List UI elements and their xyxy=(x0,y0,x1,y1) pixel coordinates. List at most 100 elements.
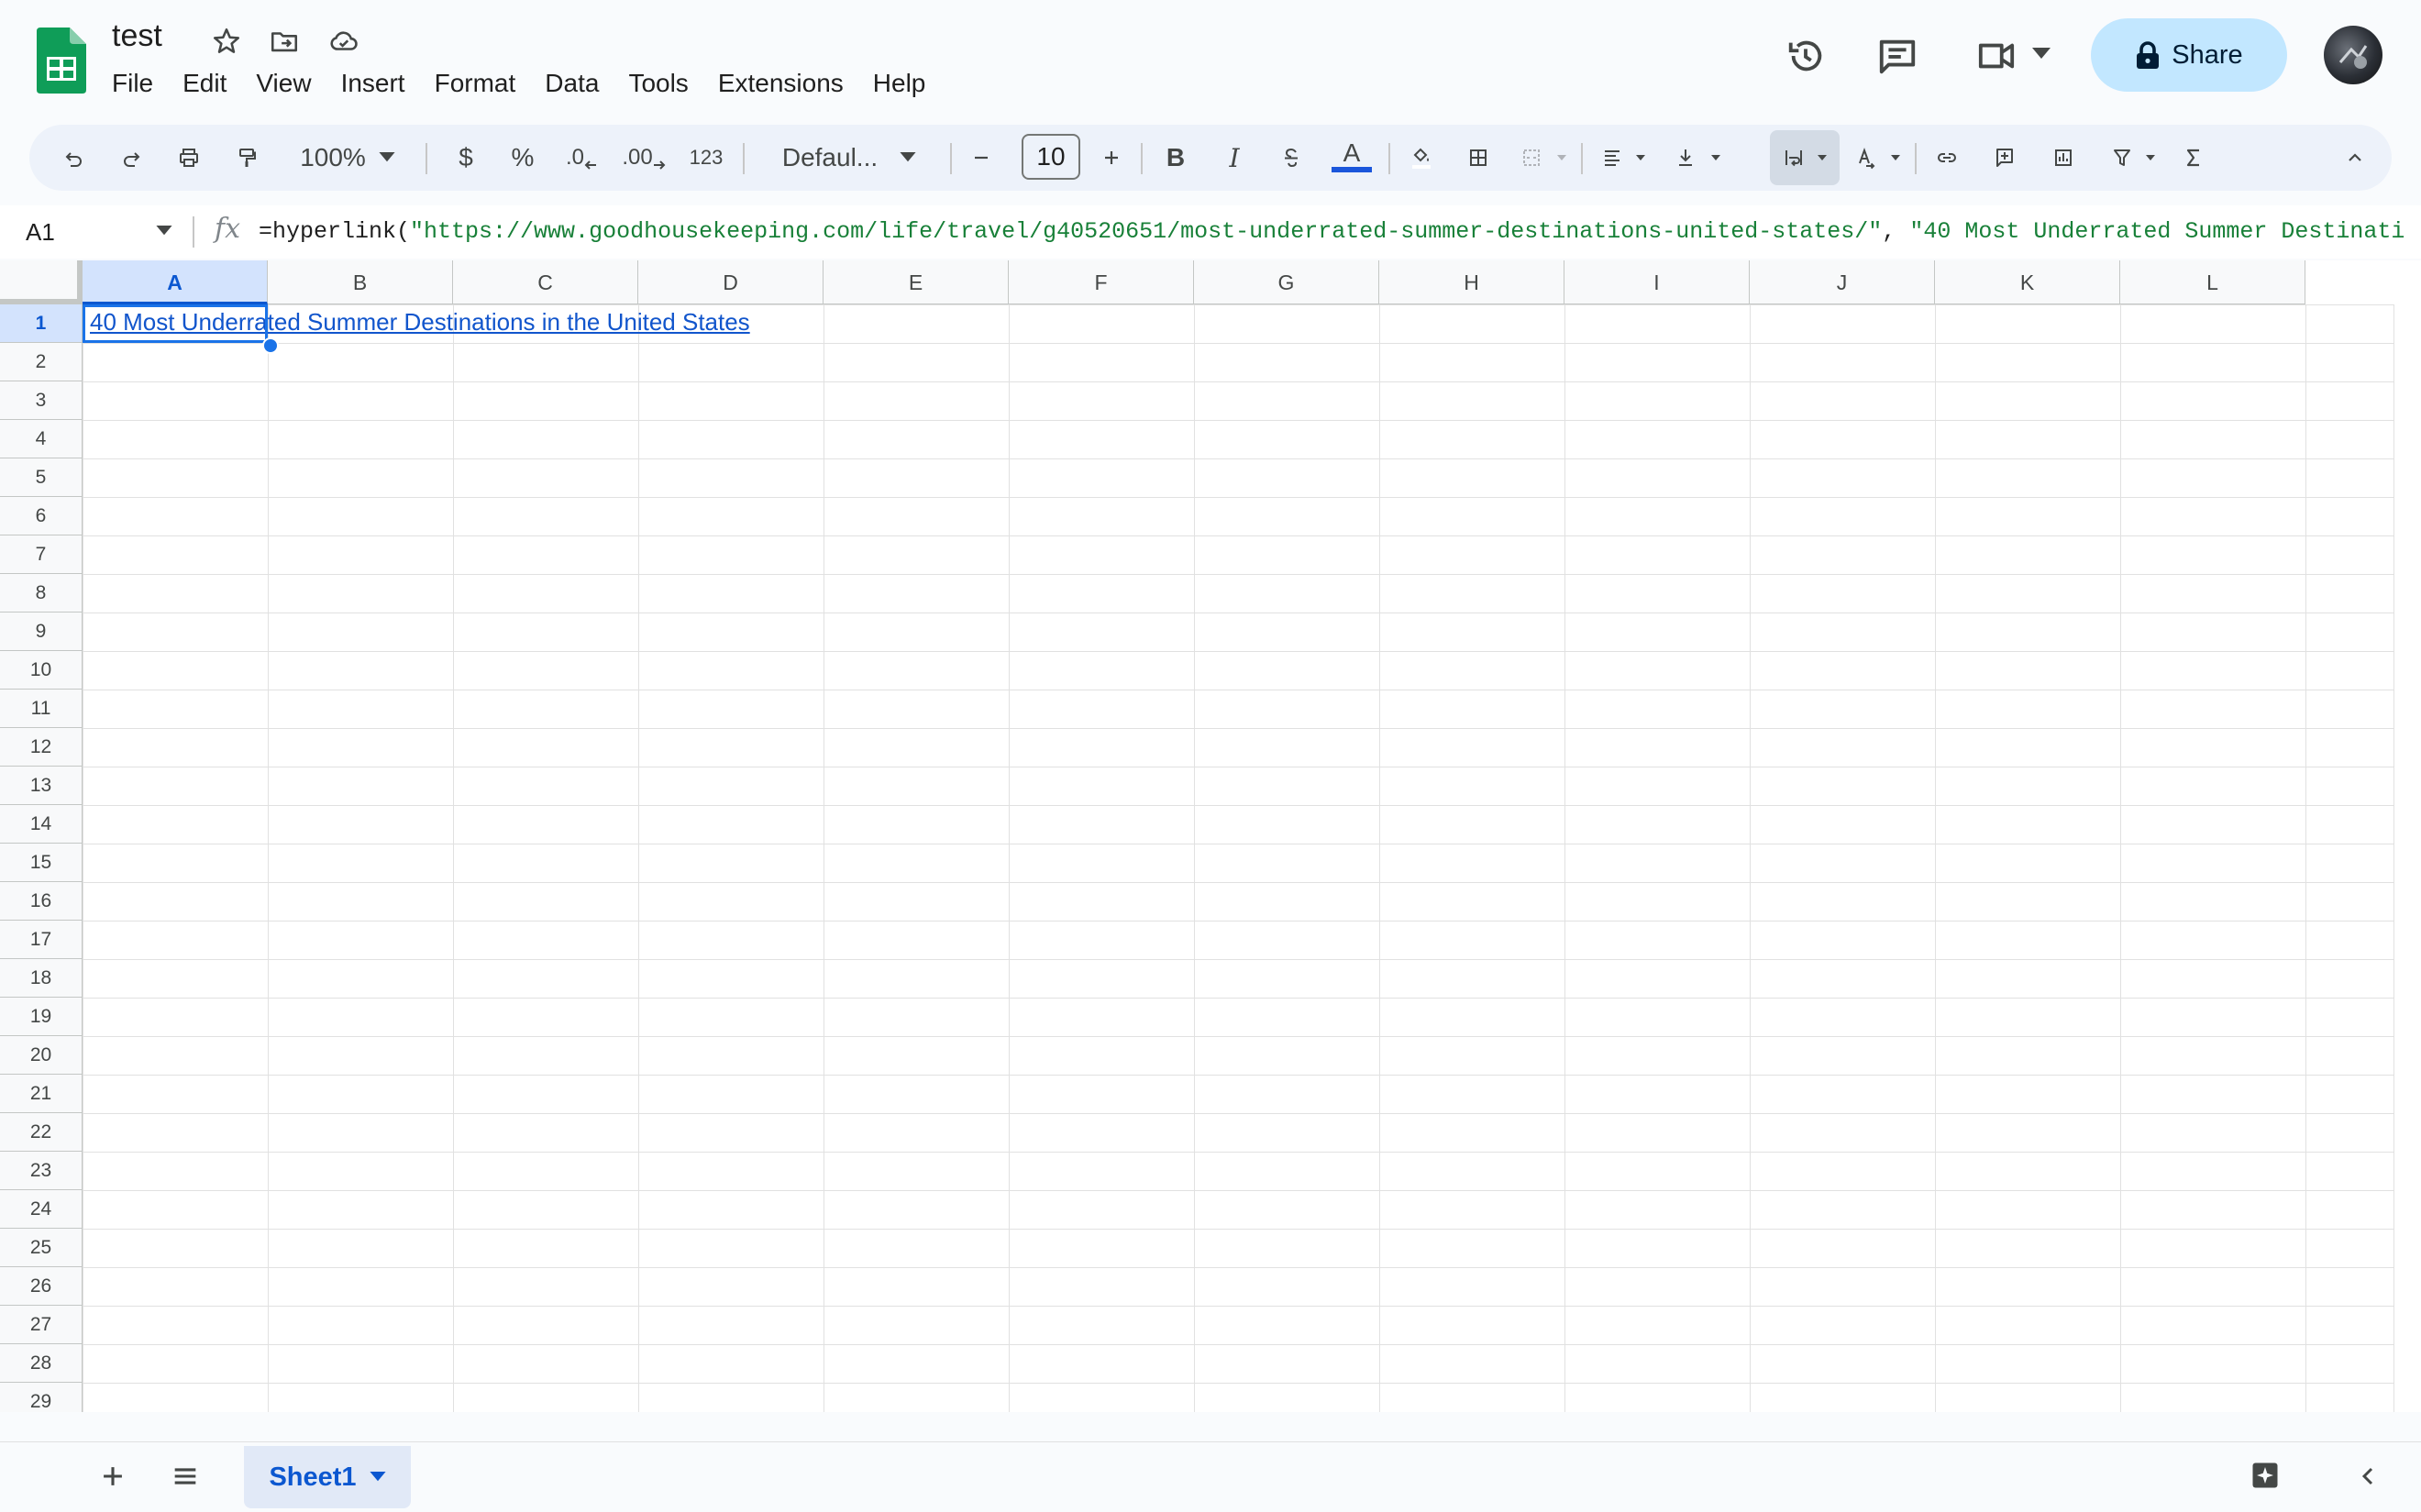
document-title[interactable]: test xyxy=(112,18,162,54)
merge-cells-icon[interactable] xyxy=(1513,125,1550,191)
print-icon[interactable] xyxy=(171,125,207,191)
column-header-d[interactable]: D xyxy=(638,260,824,304)
row-header-6[interactable]: 6 xyxy=(0,497,83,535)
horizontal-align-icon[interactable] xyxy=(1594,125,1631,191)
menu-file[interactable]: File xyxy=(97,64,168,103)
add-sheet-plus-icon[interactable] xyxy=(97,1461,128,1492)
sheet-tab-dropdown-chevron-icon[interactable] xyxy=(369,1472,386,1483)
format-currency-button[interactable]: $ xyxy=(444,125,488,191)
collapse-side-panel-chevron-icon[interactable] xyxy=(2353,1461,2382,1492)
column-header-a[interactable]: A xyxy=(83,260,268,304)
column-header-g[interactable]: G xyxy=(1194,260,1379,304)
text-color-button[interactable]: A xyxy=(1328,125,1376,191)
collapse-toolbar-chevron-icon[interactable] xyxy=(2337,125,2373,191)
decrease-decimal-button[interactable]: .0 xyxy=(556,125,607,191)
row-header-21[interactable]: 21 xyxy=(0,1075,83,1113)
formula-input[interactable]: =hyperlink("https://www.goodhousekeeping… xyxy=(259,205,2404,259)
wrap-dropdown-chevron-icon[interactable] xyxy=(1814,125,1830,191)
column-header-f[interactable]: F xyxy=(1009,260,1194,304)
row-header-13[interactable]: 13 xyxy=(0,767,83,805)
column-header-c[interactable]: C xyxy=(453,260,638,304)
row-header-1[interactable]: 1 xyxy=(0,304,83,343)
row-header-3[interactable]: 3 xyxy=(0,381,83,420)
row-header-7[interactable]: 7 xyxy=(0,535,83,574)
menu-view[interactable]: View xyxy=(241,64,326,103)
font-family-select[interactable]: Defaul... xyxy=(759,125,939,191)
row-header-8[interactable]: 8 xyxy=(0,574,83,613)
filter-dropdown-chevron-icon[interactable] xyxy=(2142,125,2159,191)
row-header-26[interactable]: 26 xyxy=(0,1267,83,1306)
vertical-scrollbar[interactable] xyxy=(2393,304,2421,1412)
star-icon[interactable] xyxy=(211,26,242,57)
bold-button[interactable]: B xyxy=(1154,125,1198,191)
paint-format-icon[interactable] xyxy=(229,125,264,191)
sheet-tab-sheet1[interactable]: Sheet1 xyxy=(244,1446,411,1508)
meet-dropdown-chevron-icon[interactable] xyxy=(2032,48,2051,61)
row-header-19[interactable]: 19 xyxy=(0,998,83,1036)
strikethrough-icon[interactable] xyxy=(1273,125,1310,191)
filter-icon[interactable] xyxy=(2104,125,2140,191)
row-header-28[interactable]: 28 xyxy=(0,1344,83,1383)
row-header-17[interactable]: 17 xyxy=(0,921,83,959)
increase-font-size-icon[interactable] xyxy=(1093,125,1130,191)
align-dropdown-chevron-icon[interactable] xyxy=(1632,125,1649,191)
comments-icon[interactable] xyxy=(1876,35,1918,77)
column-header-b[interactable]: B xyxy=(268,260,453,304)
column-header-j[interactable]: J xyxy=(1750,260,1935,304)
insert-chart-icon[interactable] xyxy=(2045,125,2082,191)
row-header-29[interactable]: 29 xyxy=(0,1383,83,1412)
menu-data[interactable]: Data xyxy=(530,64,614,103)
row-header-14[interactable]: 14 xyxy=(0,805,83,844)
row-header-15[interactable]: 15 xyxy=(0,844,83,882)
redo-icon[interactable] xyxy=(114,125,149,191)
row-header-5[interactable]: 5 xyxy=(0,458,83,497)
version-history-icon[interactable] xyxy=(1785,35,1827,77)
zoom-select[interactable]: 100% xyxy=(288,125,407,191)
row-header-27[interactable]: 27 xyxy=(0,1306,83,1344)
cell-area[interactable] xyxy=(83,304,2393,1412)
more-formats-button[interactable]: 123 xyxy=(679,125,734,191)
row-header-22[interactable]: 22 xyxy=(0,1113,83,1152)
text-wrapping-icon[interactable] xyxy=(1775,125,1812,191)
borders-icon[interactable] xyxy=(1460,125,1497,191)
functions-sigma-icon[interactable] xyxy=(2175,125,2212,191)
select-all-corner[interactable] xyxy=(0,260,83,304)
row-header-23[interactable]: 23 xyxy=(0,1152,83,1190)
move-folder-icon[interactable] xyxy=(268,26,301,57)
share-button[interactable]: Share xyxy=(2091,18,2287,92)
account-avatar[interactable] xyxy=(2324,26,2382,84)
row-header-12[interactable]: 12 xyxy=(0,728,83,767)
row-header-2[interactable]: 2 xyxy=(0,343,83,381)
insert-comment-icon[interactable] xyxy=(1986,125,2023,191)
menu-extensions[interactable]: Extensions xyxy=(703,64,858,103)
undo-icon[interactable] xyxy=(57,125,92,191)
name-box[interactable]: A1 xyxy=(26,205,55,259)
format-percent-button[interactable]: % xyxy=(501,125,545,191)
menu-edit[interactable]: Edit xyxy=(168,64,241,103)
menu-help[interactable]: Help xyxy=(858,64,941,103)
valign-dropdown-chevron-icon[interactable] xyxy=(1708,125,1724,191)
decrease-font-size-icon[interactable] xyxy=(963,125,1000,191)
column-header-e[interactable]: E xyxy=(824,260,1009,304)
italic-button[interactable]: I xyxy=(1212,125,1256,191)
column-header-i[interactable]: I xyxy=(1564,260,1750,304)
meet-video-icon[interactable] xyxy=(1975,37,2018,75)
increase-decimal-button[interactable]: .00 xyxy=(614,125,673,191)
font-size-input[interactable]: 10 xyxy=(1022,134,1080,180)
merge-dropdown-chevron-icon[interactable] xyxy=(1553,125,1570,191)
menu-format[interactable]: Format xyxy=(420,64,531,103)
rotation-dropdown-chevron-icon[interactable] xyxy=(1887,125,1904,191)
all-sheets-menu-icon[interactable] xyxy=(169,1461,202,1492)
row-header-10[interactable]: 10 xyxy=(0,651,83,690)
vertical-align-icon[interactable] xyxy=(1667,125,1704,191)
row-header-4[interactable]: 4 xyxy=(0,420,83,458)
row-header-24[interactable]: 24 xyxy=(0,1190,83,1229)
row-header-16[interactable]: 16 xyxy=(0,882,83,921)
explore-icon[interactable] xyxy=(2249,1459,2282,1492)
fill-color-icon[interactable] xyxy=(1401,125,1442,191)
row-header-18[interactable]: 18 xyxy=(0,959,83,998)
name-box-dropdown-chevron-icon[interactable] xyxy=(156,226,172,237)
cloud-saved-icon[interactable] xyxy=(326,26,361,57)
row-header-20[interactable]: 20 xyxy=(0,1036,83,1075)
row-header-9[interactable]: 9 xyxy=(0,613,83,651)
